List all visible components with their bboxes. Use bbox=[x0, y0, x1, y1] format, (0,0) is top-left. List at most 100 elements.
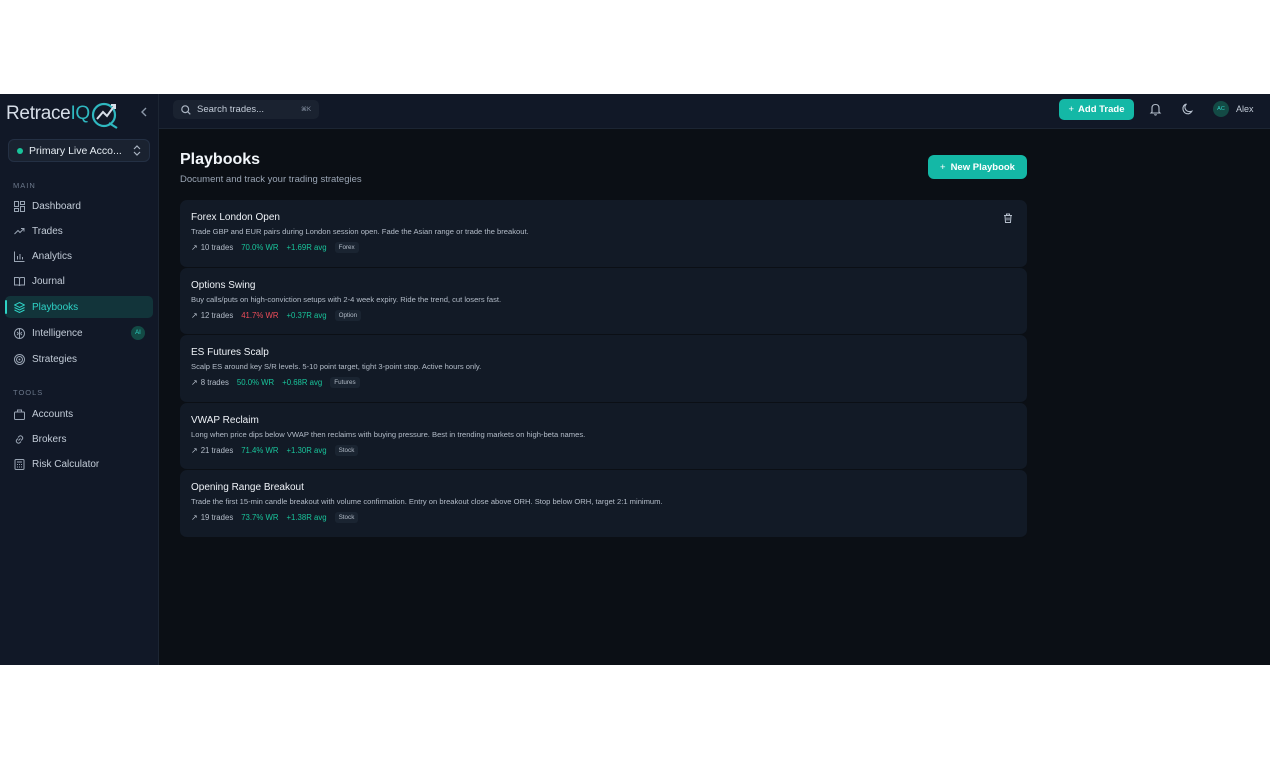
logo[interactable]: RetraceIQ bbox=[6, 96, 126, 132]
add-trade-button[interactable]: + Add Trade bbox=[1059, 99, 1134, 120]
section-label-tools: TOOLS bbox=[13, 388, 44, 397]
win-rate: 71.4% WR bbox=[241, 445, 279, 455]
topbar: Search trades... ⌘K + Add Trade AC Alex bbox=[159, 94, 1270, 129]
chevron-up-down-icon bbox=[133, 145, 141, 156]
sidebar-item-label: Strategies bbox=[32, 353, 78, 365]
book-icon bbox=[13, 275, 25, 287]
sidebar-item-accounts[interactable]: Accounts bbox=[5, 403, 153, 425]
sidebar-item-trades[interactable]: Trades bbox=[5, 220, 153, 242]
win-rate: 41.7% WR bbox=[241, 310, 279, 320]
user-menu[interactable]: AC Alex bbox=[1213, 101, 1254, 117]
asset-tag: Option bbox=[334, 309, 362, 321]
sidebar-item-label: Trades bbox=[32, 225, 63, 237]
trending-up-icon: ↗ bbox=[191, 513, 198, 522]
playbook-stats: ↗ 19 trades 73.7% WR +1.38R avg Stock bbox=[191, 512, 1016, 523]
asset-tag: Stock bbox=[334, 444, 359, 456]
avg-r: +1.30R avg bbox=[286, 445, 327, 455]
account-switcher[interactable]: Primary Live Acco... bbox=[8, 139, 150, 162]
sidebar-item-label: Analytics bbox=[32, 250, 73, 262]
sidebar-item-label: Brokers bbox=[32, 433, 67, 445]
sidebar-item-intelligence[interactable]: Intelligence AI bbox=[5, 322, 153, 344]
trade-count: 19 trades bbox=[200, 513, 234, 522]
playbook-title: Forex London Open bbox=[191, 212, 280, 223]
add-trade-label: Add Trade bbox=[1078, 104, 1125, 115]
trending-up-icon: ↗ bbox=[191, 310, 198, 320]
sidebar-item-playbooks[interactable]: Playbooks bbox=[5, 296, 153, 318]
playbook-card[interactable]: ES Futures Scalp Scalp ES around key S/R… bbox=[180, 335, 1027, 403]
search-icon bbox=[181, 104, 191, 115]
search-input[interactable]: Search trades... ⌘K bbox=[173, 100, 319, 119]
playbook-title: ES Futures Scalp bbox=[191, 347, 269, 358]
new-playbook-label: New Playbook bbox=[950, 161, 1015, 173]
app-window: RetraceIQ Primary Live Acco... MAIN Dash… bbox=[0, 94, 1270, 665]
avatar: AC bbox=[1213, 101, 1229, 117]
briefcase-icon bbox=[13, 408, 25, 420]
trending-up-icon bbox=[13, 225, 25, 237]
new-playbook-button[interactable]: + New Playbook bbox=[928, 155, 1027, 179]
win-rate: 70.0% WR bbox=[241, 243, 279, 252]
playbook-card[interactable]: Options Swing Buy calls/puts on high-con… bbox=[180, 267, 1027, 335]
search-shortcut: ⌘K bbox=[300, 107, 311, 113]
trending-up-icon: ↗ bbox=[191, 243, 198, 252]
sidebar-item-analytics[interactable]: Analytics bbox=[5, 245, 153, 267]
ai-badge: AI bbox=[131, 326, 145, 340]
sidebar-item-label: Journal bbox=[32, 275, 65, 287]
target-icon bbox=[13, 353, 25, 365]
playbook-stats: ↗ 21 trades 71.4% WR +1.30R avg Stock bbox=[191, 444, 1016, 456]
link-icon bbox=[13, 433, 25, 445]
avg-r: +0.68R avg bbox=[282, 378, 323, 387]
bell-icon[interactable] bbox=[1149, 102, 1162, 116]
search-placeholder: Search trades... bbox=[197, 104, 265, 115]
user-name: Alex bbox=[1236, 104, 1254, 114]
plus-icon: + bbox=[940, 161, 946, 173]
trade-count: 21 trades bbox=[200, 445, 234, 455]
playbook-card[interactable]: Opening Range Breakout Trade the first 1… bbox=[180, 470, 1027, 538]
account-status-dot bbox=[17, 147, 23, 154]
playbook-stats: ↗ 8 trades 50.0% WR +0.68R avg Futures bbox=[191, 377, 1016, 388]
trash-icon[interactable] bbox=[1003, 213, 1013, 223]
sidebar-item-dashboard[interactable]: Dashboard bbox=[5, 195, 153, 217]
page-subtitle: Document and track your trading strategi… bbox=[180, 174, 362, 185]
sidebar-item-label: Playbooks bbox=[32, 301, 79, 313]
moon-icon[interactable] bbox=[1181, 102, 1194, 116]
trade-count: 8 trades bbox=[200, 378, 229, 387]
sidebar: RetraceIQ Primary Live Acco... MAIN Dash… bbox=[0, 94, 159, 665]
layers-icon bbox=[13, 301, 25, 313]
win-rate: 73.7% WR bbox=[241, 513, 279, 522]
playbook-card[interactable]: VWAP Reclaim Long when price dips below … bbox=[180, 402, 1027, 470]
playbook-title: VWAP Reclaim bbox=[191, 414, 259, 426]
sidebar-item-risk-calculator[interactable]: Risk Calculator bbox=[5, 453, 153, 475]
playbook-description: Trade GBP and EUR pairs during London se… bbox=[191, 227, 529, 236]
playbook-title: Opening Range Breakout bbox=[191, 482, 304, 493]
page-title: Playbooks bbox=[180, 151, 261, 168]
playbook-stats: ↗ 10 trades 70.0% WR +1.69R avg Forex bbox=[191, 242, 1016, 253]
sidebar-item-strategies[interactable]: Strategies bbox=[5, 348, 153, 370]
playbook-description: Long when price dips below VWAP then rec… bbox=[191, 429, 586, 439]
playbook-list: Forex London Open Trade GBP and EUR pair… bbox=[180, 200, 1027, 538]
trade-count: 12 trades bbox=[200, 310, 234, 320]
playbook-description: Scalp ES around key S/R levels. 5-10 poi… bbox=[191, 362, 482, 371]
calculator-icon bbox=[13, 458, 25, 470]
trending-up-icon: ↗ bbox=[191, 445, 198, 455]
playbook-description: Buy calls/puts on high-conviction setups… bbox=[191, 294, 502, 304]
avg-r: +1.38R avg bbox=[286, 513, 327, 522]
asset-tag: Stock bbox=[334, 512, 359, 523]
asset-tag: Forex bbox=[334, 242, 359, 253]
playbook-stats: ↗ 12 trades 41.7% WR +0.37R avg Option bbox=[191, 309, 1016, 321]
avg-r: +0.37R avg bbox=[286, 310, 327, 320]
brain-icon bbox=[13, 327, 25, 339]
sidebar-item-brokers[interactable]: Brokers bbox=[5, 428, 153, 450]
avg-r: +1.69R avg bbox=[286, 243, 327, 252]
logo-text: RetraceIQ bbox=[6, 103, 90, 124]
logo-mark-icon bbox=[87, 97, 121, 131]
bar-chart-icon bbox=[13, 250, 25, 262]
plus-icon: + bbox=[1068, 104, 1075, 115]
dashboard-icon bbox=[13, 200, 25, 212]
win-rate: 50.0% WR bbox=[236, 378, 275, 387]
playbook-card[interactable]: Forex London Open Trade GBP and EUR pair… bbox=[180, 200, 1027, 268]
sidebar-item-journal[interactable]: Journal bbox=[5, 270, 153, 292]
trade-count: 10 trades bbox=[200, 243, 234, 252]
collapse-sidebar-icon[interactable] bbox=[137, 104, 151, 120]
sidebar-item-label: Intelligence bbox=[32, 327, 83, 339]
asset-tag: Futures bbox=[330, 377, 360, 388]
